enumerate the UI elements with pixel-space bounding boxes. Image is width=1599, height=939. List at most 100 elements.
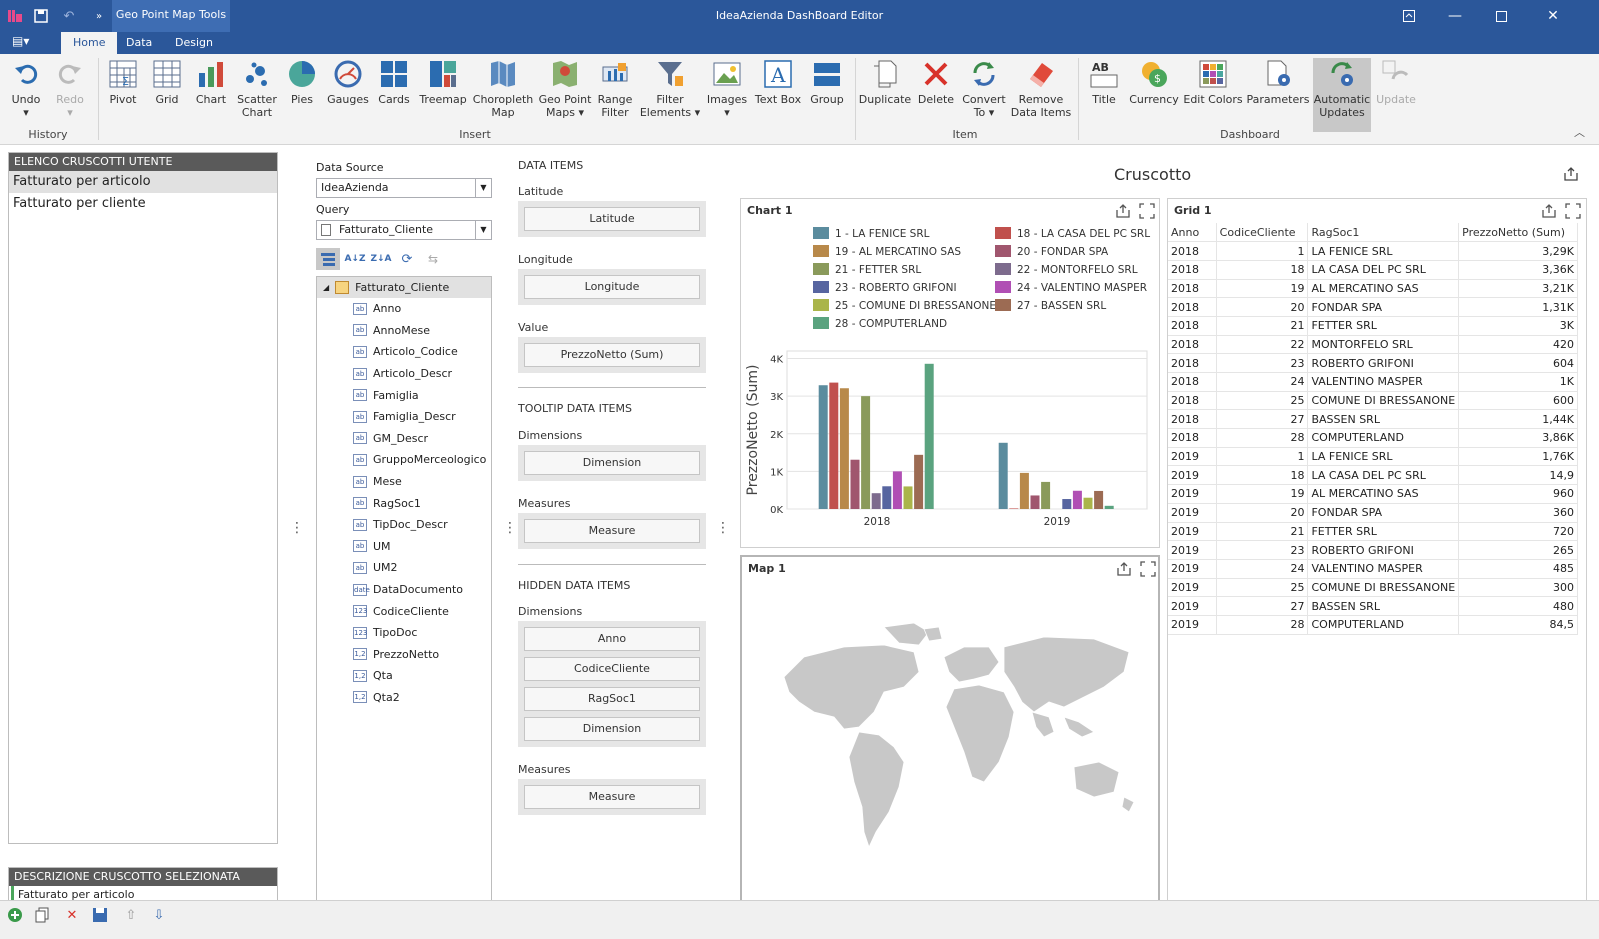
table-row[interactable]: 2018 22 MONTORFELO SRL 420	[1168, 335, 1578, 355]
field-item[interactable]: ab Anno	[353, 298, 491, 320]
bar[interactable]	[892, 471, 902, 509]
field-item[interactable]: ab Articolo_Descr	[353, 363, 491, 385]
parameters-button[interactable]: Parameters	[1247, 58, 1309, 132]
currency-button[interactable]: $ Currency	[1129, 58, 1179, 132]
dashboard-title[interactable]: Cruscotto	[1114, 165, 1191, 184]
legend-label[interactable]: 20 - FONDAR SPA	[1017, 246, 1109, 258]
table-row[interactable]: 2018 18 LA CASA DEL PC SRL 3,36K	[1168, 260, 1578, 280]
sort-descending-icon[interactable]: Z↓A	[370, 248, 392, 270]
pivot-button[interactable]: Σ Pivot	[104, 58, 142, 132]
bar[interactable]	[903, 486, 913, 509]
field-item[interactable]: date DataDocumento	[353, 579, 491, 601]
close-icon[interactable]: ✕	[1530, 0, 1576, 32]
images-button[interactable]: Images ▾	[706, 58, 748, 132]
table-row[interactable]: 2019 19 AL MERCATINO SAS 960	[1168, 484, 1578, 504]
splitter-handle-icon[interactable]: ⋮	[716, 520, 730, 536]
bar[interactable]	[1072, 490, 1082, 509]
bar[interactable]	[829, 382, 839, 509]
table-row[interactable]: 2019 24 VALENTINO MASPER 485	[1168, 559, 1578, 579]
bar[interactable]	[871, 493, 881, 509]
legend-label[interactable]: 28 - COMPUTERLAND	[835, 318, 947, 330]
field-item[interactable]: ab Famiglia	[353, 384, 491, 406]
swap-icon[interactable]: ⇆	[422, 248, 444, 270]
field-item[interactable]: ab AnnoMese	[353, 320, 491, 342]
add-icon[interactable]	[6, 906, 24, 924]
bar[interactable]	[1062, 499, 1072, 509]
edit-colors-button[interactable]: Edit Colors	[1183, 58, 1243, 132]
legend-swatch[interactable]	[995, 263, 1011, 275]
legend-label[interactable]: 22 - MONTORFELO SRL	[1017, 264, 1138, 276]
title-button[interactable]: AB Title	[1084, 58, 1124, 132]
table-row[interactable]: 2018 20 FONDAR SPA 1,31K	[1168, 297, 1578, 317]
automatic-updates-button[interactable]: Automatic Updates	[1313, 58, 1371, 132]
table-row[interactable]: 2018 27 BASSEN SRL 1,44K	[1168, 409, 1578, 430]
maximize-icon[interactable]	[1140, 561, 1156, 581]
column-header[interactable]: RagSoc1	[1307, 223, 1460, 243]
grid-panel[interactable]: Grid 1 Anno CodiceCliente RagSoc1 PrezzoNet…	[1167, 198, 1587, 907]
bar[interactable]	[839, 388, 849, 509]
filter-elements-button[interactable]: Filter Elements ▾	[640, 58, 700, 132]
bar[interactable]	[850, 459, 860, 509]
bar[interactable]	[1083, 497, 1093, 509]
field-item[interactable]: ab Mese	[353, 471, 491, 493]
bar[interactable]	[1030, 495, 1040, 509]
export-icon[interactable]	[1541, 203, 1557, 223]
legend-swatch[interactable]	[813, 263, 829, 275]
bar[interactable]	[882, 486, 892, 509]
legend-swatch[interactable]	[995, 281, 1011, 293]
field-item[interactable]: ab UM	[353, 536, 491, 558]
hidden-dimension-codicecliente-button[interactable]: CodiceCliente	[524, 657, 700, 681]
field-item[interactable]: ab Articolo_Codice	[353, 341, 491, 363]
splitter-handle-icon[interactable]: ⋮	[290, 520, 304, 536]
splitter-handle-icon[interactable]: ⋮	[503, 520, 517, 536]
chart-button[interactable]: Chart	[192, 58, 230, 132]
longitude-button[interactable]: Longitude	[524, 275, 700, 299]
value-button[interactable]: PrezzoNetto (Sum)	[524, 343, 700, 367]
geo-point-maps-button[interactable]: Geo Point Maps ▾	[538, 58, 592, 132]
table-row[interactable]: 2019 27 BASSEN SRL 480	[1168, 596, 1578, 616]
field-item[interactable]: 123 CodiceCliente	[353, 600, 491, 622]
export-icon[interactable]	[1115, 203, 1131, 223]
tab-design[interactable]: Design	[163, 32, 225, 54]
update-button[interactable]: Update	[1376, 58, 1416, 132]
copy-icon[interactable]	[33, 906, 51, 924]
legend-swatch[interactable]	[995, 299, 1011, 311]
table-row[interactable]: 2018 25 COMUNE DI BRESSANONE 600	[1168, 391, 1578, 411]
legend-label[interactable]: 27 - BASSEN SRL	[1017, 300, 1106, 312]
legend-swatch[interactable]	[995, 245, 1011, 257]
remove-data-items-button[interactable]: Remove Data Items	[1011, 58, 1071, 132]
legend-swatch[interactable]	[995, 227, 1011, 239]
bar[interactable]	[1009, 508, 1019, 509]
restore-ribbon-icon[interactable]	[1386, 0, 1432, 32]
export-icon[interactable]	[1116, 561, 1132, 581]
field-item[interactable]: ab UM2	[353, 557, 491, 579]
quick-access-more-icon[interactable]: »	[86, 0, 112, 32]
legend-swatch[interactable]	[813, 227, 829, 239]
tooltip-measure-button[interactable]: Measure	[524, 519, 700, 543]
convert-to-button[interactable]: Convert To ▾	[961, 58, 1007, 132]
field-item[interactable]: 1,2 Qta	[353, 665, 491, 687]
collapse-ribbon-icon[interactable]: ︿	[1574, 124, 1585, 140]
table-row[interactable]: 2018 28 COMPUTERLAND 3,86K	[1168, 428, 1578, 448]
field-item[interactable]: ab Famiglia_Descr	[353, 406, 491, 428]
legend-swatch[interactable]	[813, 245, 829, 257]
field-item[interactable]: ab RagSoc1	[353, 492, 491, 514]
table-row[interactable]: 2019 21 FETTER SRL 720	[1168, 522, 1578, 542]
query-combo[interactable]: Fatturato_Cliente ▼	[316, 220, 492, 240]
file-menu-icon[interactable]: ▤▾	[12, 34, 38, 52]
column-header[interactable]: PrezzoNetto (Sum)	[1458, 223, 1578, 243]
refresh-icon[interactable]: ⟳	[396, 248, 418, 270]
grid-button[interactable]: Grid	[148, 58, 186, 132]
bar[interactable]	[924, 363, 934, 509]
choropleth-map-button[interactable]: Choropleth Map	[473, 58, 533, 132]
group-button[interactable]: Group	[808, 58, 846, 132]
world-map[interactable]	[764, 617, 1144, 887]
map-panel[interactable]: Map 1	[740, 555, 1160, 907]
list-item[interactable]: Fatturato per cliente	[9, 193, 277, 215]
column-header[interactable]: Anno	[1168, 223, 1217, 243]
legend-label[interactable]: 1 - LA FENICE SRL	[835, 228, 930, 240]
field-item[interactable]: 1,2 PrezzoNetto	[353, 644, 491, 666]
field-item[interactable]: 123 TipoDoc	[353, 622, 491, 644]
bar[interactable]	[861, 396, 871, 509]
field-item[interactable]: ab GruppoMerceologico	[353, 449, 491, 471]
